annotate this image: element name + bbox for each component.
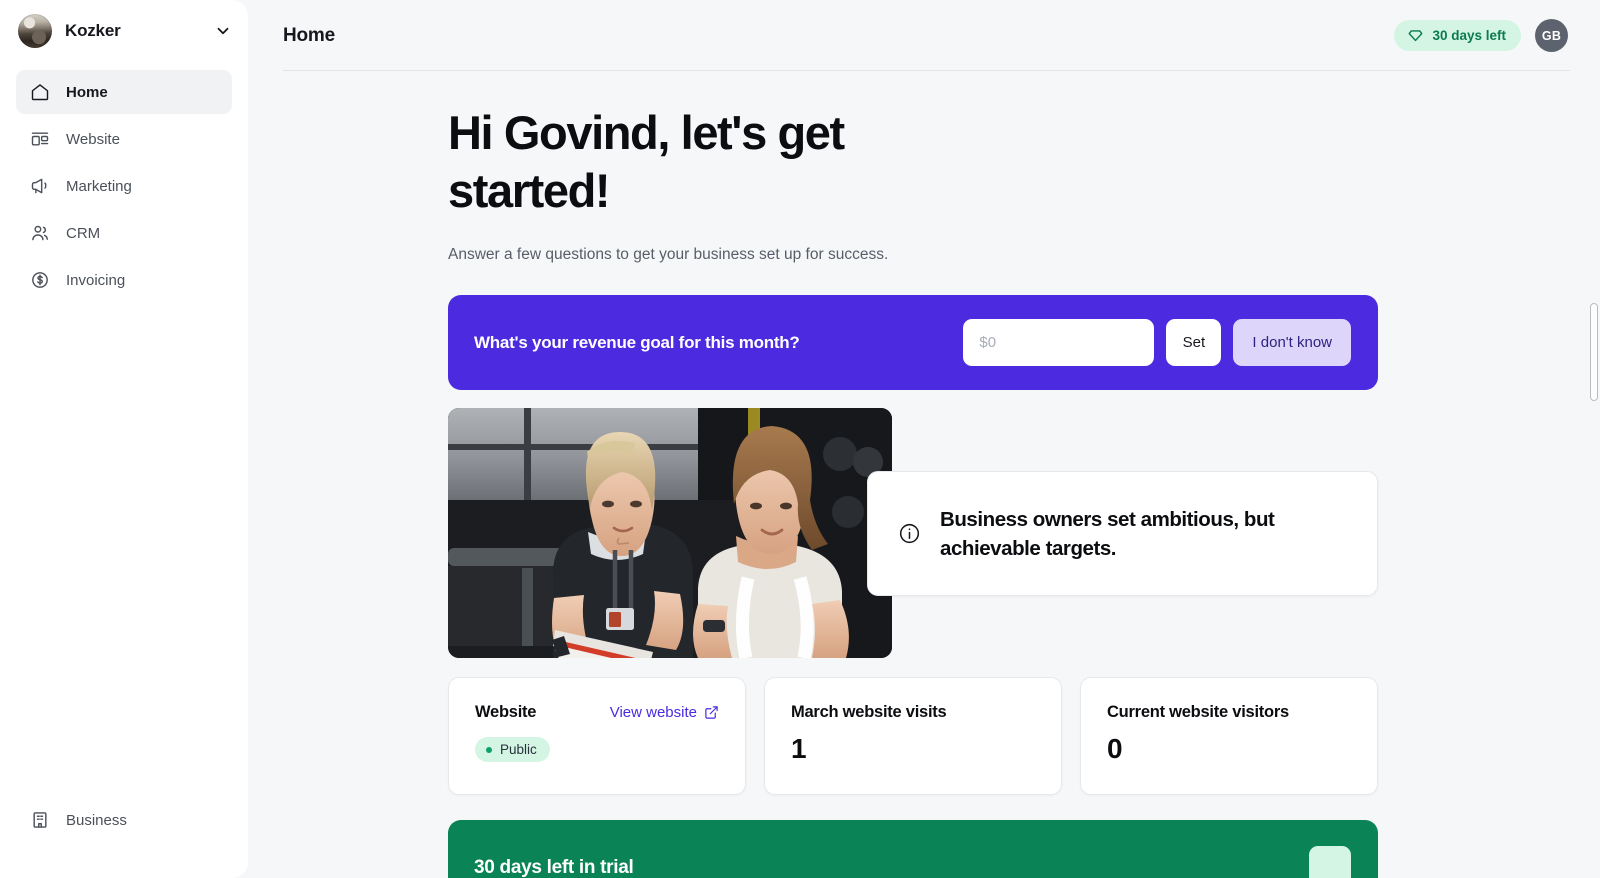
content-column: Hi Govind, let's get started! Answer a f…: [448, 104, 1378, 878]
main-area: Home 30 days left GB Hi Govind, let's ge…: [248, 0, 1600, 878]
sidebar-item-marketing[interactable]: Marketing: [16, 164, 232, 208]
tip-card: Business owners set ambitious, but achie…: [867, 471, 1378, 596]
sidebar-item-website[interactable]: Website: [16, 117, 232, 161]
sidebar-item-label: Website: [66, 130, 120, 148]
workspace-switcher[interactable]: Kozker: [0, 0, 248, 60]
vertical-scrollbar-track[interactable]: [1589, 0, 1600, 878]
gym-trainer-photo: [448, 408, 892, 658]
content-scroll-area: Hi Govind, let's get started! Answer a f…: [248, 71, 1600, 878]
dollar-circle-icon: [32, 272, 48, 288]
workspace-avatar: [18, 14, 52, 48]
topbar-actions: 30 days left GB: [1394, 19, 1568, 52]
card-header: Website View website: [475, 703, 719, 722]
sidebar-item-label: Marketing: [66, 177, 132, 195]
workspace-name: Kozker: [65, 21, 121, 40]
layout-icon: [31, 132, 49, 146]
sidebar-item-label: CRM: [66, 224, 101, 242]
users-icon: [32, 225, 48, 241]
user-avatar[interactable]: GB: [1535, 19, 1568, 52]
card-metric-value: 1: [791, 733, 807, 764]
sidebar-item-label: Business: [66, 811, 127, 829]
card-title: March website visits: [791, 703, 947, 721]
info-circle-icon: [899, 523, 920, 544]
sidebar-item-label: Invoicing: [66, 271, 126, 289]
gem-icon: [1409, 30, 1423, 42]
greeting-heading: Hi Govind, let's get started!: [448, 106, 845, 217]
sidebar-item-crm[interactable]: CRM: [16, 211, 232, 255]
view-website-label: View website: [609, 704, 697, 721]
sidebar: Kozker Home Website Marketing CRM Invoic…: [0, 0, 248, 878]
status-badge-label: Public: [500, 742, 537, 757]
revenue-goal-banner: What's your revenue goal for this month?…: [448, 295, 1378, 390]
card-title: Website: [475, 703, 537, 721]
sidebar-nav: Home Website Marketing CRM Invoicing: [0, 60, 248, 302]
sidebar-bottom: Business: [0, 798, 248, 878]
sidebar-item-home[interactable]: Home: [16, 70, 232, 114]
chevron-down-icon: [217, 27, 229, 35]
trial-badge[interactable]: 30 days left: [1394, 20, 1521, 51]
revenue-goal-question: What's your revenue goal for this month?: [474, 332, 800, 352]
march-visits-card: March website visits 1: [764, 677, 1062, 795]
trial-banner-title: 30 days left in trial: [474, 856, 634, 878]
tip-text: Business owners set ambitious, but achie…: [940, 507, 1275, 560]
sidebar-item-business[interactable]: Business: [16, 798, 232, 842]
card-title: Current website visitors: [1107, 703, 1289, 721]
building-icon: [33, 812, 47, 828]
app-root: Kozker Home Website Marketing CRM Invoic…: [0, 0, 1600, 878]
view-website-link[interactable]: View website: [610, 704, 719, 721]
external-link-icon: [705, 706, 718, 719]
revenue-goal-input[interactable]: [963, 319, 1155, 366]
website-card: Website View website Public: [448, 677, 746, 795]
status-dot-icon: [486, 746, 492, 753]
page-title: Home: [283, 24, 335, 46]
stat-cards: Website View website Public March websit…: [448, 677, 1378, 795]
vertical-scrollbar-thumb[interactable]: [1590, 303, 1598, 401]
current-visitors-card: Current website visitors 0: [1080, 677, 1378, 795]
hero-row: Business owners set ambitious, but achie…: [448, 408, 1378, 658]
status-badge: Public: [475, 737, 550, 762]
set-revenue-goal-button[interactable]: Set: [1166, 319, 1222, 366]
home-icon: [31, 84, 49, 101]
sidebar-item-label: Home: [66, 83, 108, 101]
greeting-subtitle: Answer a few questions to get your busin…: [448, 246, 889, 263]
topbar: Home 30 days left GB: [248, 0, 1600, 71]
sidebar-item-invoicing[interactable]: Invoicing: [16, 258, 232, 302]
trial-banner-button[interactable]: [1309, 845, 1351, 878]
card-metric-value: 0: [1107, 733, 1123, 764]
trial-banner: 30 days left in trial: [448, 820, 1378, 878]
megaphone-icon: [31, 178, 47, 194]
trial-badge-label: 30 days left: [1432, 28, 1506, 43]
dont-know-button[interactable]: I don't know: [1233, 319, 1351, 366]
